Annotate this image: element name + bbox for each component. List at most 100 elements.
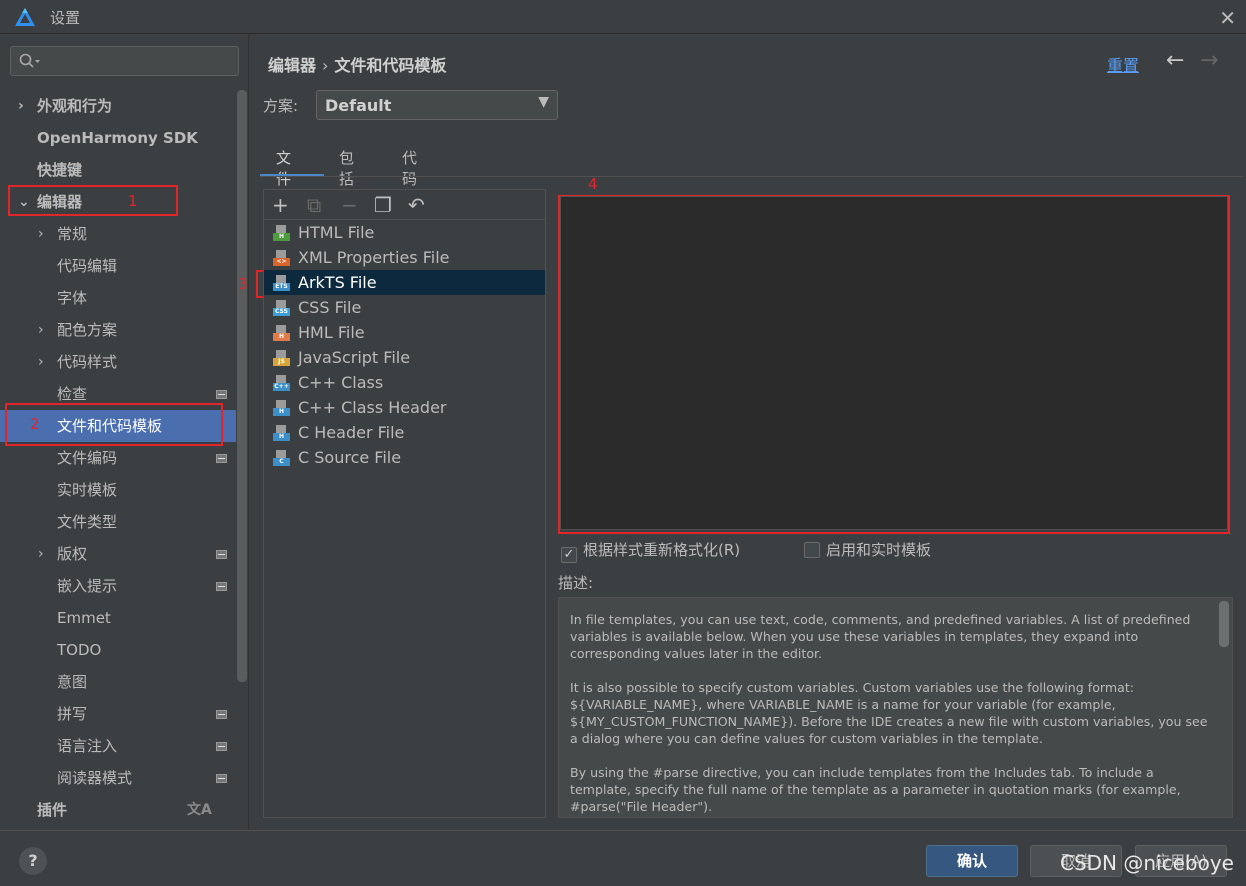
tabs-divider	[260, 176, 1243, 177]
project-settings-icon	[216, 582, 227, 591]
reformat-checkbox[interactable]: ✓ 根据样式重新格式化(R)	[561, 539, 740, 563]
sidebar-item-label: 拼写	[57, 705, 88, 723]
chevron-right-icon[interactable]: ›	[38, 346, 44, 378]
description-scrollbar[interactable]	[1219, 601, 1229, 647]
close-icon[interactable]: ✕	[1219, 6, 1236, 30]
chevron-right-icon[interactable]: ›	[18, 90, 24, 122]
sidebar-item[interactable]: Emmet	[0, 602, 236, 634]
template-list: H HTML File <> XML Properties File ETS ArkTS …	[264, 220, 545, 470]
tab-code[interactable]: 代码	[402, 147, 417, 189]
sidebar-item[interactable]: 实时模板	[0, 474, 236, 506]
sidebar-item-label: 文件类型	[57, 513, 118, 531]
sidebar-item-label: 字体	[57, 289, 88, 307]
check-icon: ✓	[561, 547, 577, 563]
chevron-right-icon[interactable]: ›	[38, 218, 44, 250]
template-editor[interactable]	[560, 196, 1228, 530]
sidebar-item[interactable]: 嵌入提示	[0, 570, 236, 602]
template-list-item[interactable]: H HTML File	[264, 220, 545, 245]
template-list-item[interactable]: H C Header File	[264, 420, 545, 445]
sidebar-item[interactable]: 阅读器模式	[0, 762, 236, 794]
sidebar-item[interactable]: TODO	[0, 634, 236, 666]
app-logo-icon	[15, 8, 35, 26]
sidebar-item[interactable]: 意图	[0, 666, 236, 698]
template-list-item[interactable]: <> XML Properties File	[264, 245, 545, 270]
sidebar-item[interactable]: 字体	[0, 282, 236, 314]
template-name: JavaScript File	[298, 348, 411, 367]
reformat-label: 根据样式重新格式化(R)	[583, 541, 741, 559]
sidebar-item-label: 文件编码	[57, 449, 118, 467]
sidebar-item[interactable]: › 常规	[0, 218, 236, 250]
reset-link[interactable]: 重置	[1107, 52, 1139, 76]
checkbox-box	[804, 542, 820, 558]
sidebar-item[interactable]: 代码编辑	[0, 250, 236, 282]
sidebar-scrollbar[interactable]	[237, 90, 247, 682]
chevron-down-icon: ▼	[538, 94, 549, 110]
template-name: XML Properties File	[298, 248, 450, 267]
breadcrumb-parent[interactable]: 编辑器	[268, 56, 316, 75]
sidebar-item-label: 版权	[57, 545, 88, 563]
sidebar-item[interactable]: 插件 文A	[0, 794, 236, 826]
sidebar-item-label: 语言注入	[57, 737, 118, 755]
revert-icon[interactable]: ↶	[408, 193, 425, 217]
duplicate-icon[interactable]: ❐	[374, 193, 392, 217]
description-box: In file templates, you can use text, cod…	[558, 597, 1233, 818]
annotation-box-1	[8, 185, 178, 216]
sidebar-item-label: 外观和行为	[37, 97, 113, 115]
template-name: HTML File	[298, 223, 375, 242]
sidebar-item[interactable]: OpenHarmony SDK	[0, 122, 236, 154]
translate-icon: 文A	[187, 802, 212, 818]
template-list-item[interactable]: CSS CSS File	[264, 295, 545, 320]
tab-includes[interactable]: 包括	[339, 147, 354, 189]
description-label: 描述:	[558, 574, 594, 592]
back-arrow-icon[interactable]: ←	[1166, 48, 1184, 73]
remove-icon[interactable]: −	[341, 193, 358, 217]
help-icon[interactable]: ?	[19, 847, 47, 875]
annotation-1: 1	[128, 192, 138, 210]
annotation-3: 3	[238, 275, 248, 293]
search-input[interactable]	[10, 46, 239, 76]
sidebar-item[interactable]: › 外观和行为	[0, 90, 236, 122]
sidebar-item[interactable]: › 配色方案	[0, 314, 236, 346]
template-name: C++ Class	[298, 373, 384, 392]
description-paragraph-2: It is also possible to specify custom va…	[570, 680, 1208, 746]
sidebar-item[interactable]: 语言注入	[0, 730, 236, 762]
chevron-right-icon[interactable]: ›	[38, 314, 44, 346]
sidebar-item[interactable]: 拼写	[0, 698, 236, 730]
description-paragraph-1: In file templates, you can use text, cod…	[570, 612, 1191, 661]
search-icon	[19, 53, 40, 68]
window-title: 设置	[50, 9, 81, 27]
breadcrumb-separator: ›	[322, 56, 329, 75]
template-list-item[interactable]: H C++ Class Header	[264, 395, 545, 420]
chevron-right-icon[interactable]: ›	[38, 538, 44, 570]
project-settings-icon	[216, 742, 227, 751]
title-bar: 设置 ✕	[0, 0, 1246, 34]
sidebar-item-label: TODO	[57, 641, 102, 659]
sidebar-item[interactable]: 文件编码	[0, 442, 236, 474]
project-settings-icon	[216, 454, 227, 463]
template-list-item[interactable]: JS JavaScript File	[264, 345, 545, 370]
live-templates-label: 启用和实时模板	[826, 541, 932, 559]
template-list-item[interactable]: ETS ArkTS File	[264, 270, 545, 295]
copy-template-icon[interactable]: ⧉	[307, 193, 321, 217]
template-list-item[interactable]: C C Source File	[264, 445, 545, 470]
live-templates-checkbox[interactable]: 启用和实时模板	[804, 539, 931, 560]
sidebar-item[interactable]: 快捷键	[0, 154, 236, 186]
file-type-icon: H	[273, 400, 291, 416]
template-name: ArkTS File	[298, 273, 377, 292]
template-name: C Header File	[298, 423, 405, 442]
ok-button[interactable]: 确认	[926, 845, 1018, 877]
template-list-item[interactable]: C++ C++ Class	[264, 370, 545, 395]
project-settings-icon	[216, 710, 227, 719]
template-list-item[interactable]: H HML File	[264, 320, 545, 345]
scheme-dropdown[interactable]: Default ▼	[316, 90, 558, 120]
sidebar-item[interactable]: › 代码样式	[0, 346, 236, 378]
forward-arrow-icon[interactable]: →	[1200, 48, 1218, 73]
tab-files[interactable]: 文件	[276, 147, 291, 189]
sidebar-item[interactable]: › 版权	[0, 538, 236, 570]
add-icon[interactable]: +	[272, 193, 289, 217]
template-name: CSS File	[298, 298, 362, 317]
description-paragraph-3: By using the #parse directive, you can i…	[570, 765, 1181, 814]
template-name: C Source File	[298, 448, 402, 467]
sidebar-item[interactable]: 文件类型	[0, 506, 236, 538]
sidebar-item-label: 阅读器模式	[57, 769, 133, 787]
